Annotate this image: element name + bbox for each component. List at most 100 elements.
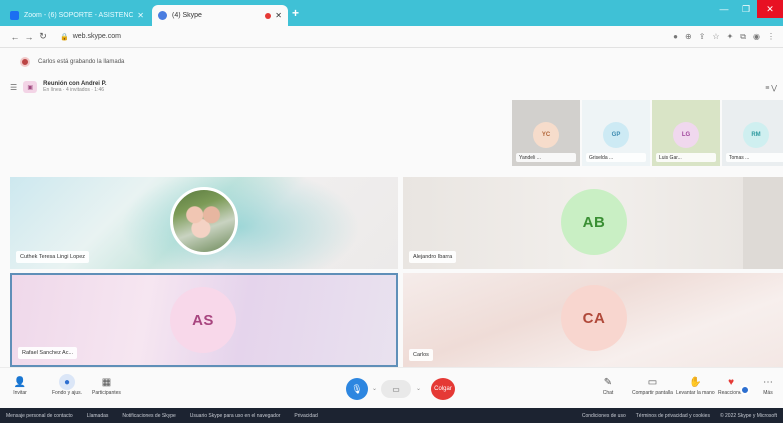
menu-dots-icon[interactable]: ⋮ [767,32,775,42]
add-person-icon: 👤 [13,376,27,388]
reaction-badge-icon [740,385,750,395]
participant-photo [170,187,238,255]
meeting-header: ☰ ▣ Reunión con Andrei P. En línea · 4 i… [10,76,107,98]
participant-name-label: Rafael Sanchez Ac... [18,347,78,359]
footer-link[interactable]: Usuario Skype para uso en el navegador [190,413,281,419]
footer-link[interactable]: Condiciones de uso [582,413,626,419]
raise-hand-label: Levantar la mano [676,390,715,396]
footer-bar: Mensaje personal de contacto Llamadas No… [0,408,783,423]
share-screen-label: Compartir pantalla [632,390,673,396]
heart-icon: ♥ [728,376,735,388]
puzzle-icon[interactable]: ⧉ [740,32,746,42]
profile-icon[interactable]: ◉ [753,32,760,42]
participant-thumbnail-avatar: LG [673,122,699,148]
participants-icon: ▦ [101,376,112,388]
participants-label: Participantes [92,390,121,396]
more-button[interactable]: ⋯ Más [760,374,776,397]
more-dots-icon: ⋯ [763,376,773,388]
footer-link[interactable]: Términos de privacidad y cookies [636,413,710,419]
chat-label: Chat [602,390,614,396]
address-bar: ← → ↻ 🔒 web.skype.com ● ⊕ ⇪ ☆ ✦ ⧉ ◉ ⋮ [0,26,783,48]
invite-button[interactable]: 👤 Invitar [12,374,28,397]
footer-link[interactable]: Llamadas [87,413,109,419]
minimize-button[interactable]: — [713,0,735,18]
extension-icons: ● ⊕ ⇪ ☆ ✦ ⧉ ◉ ⋮ [673,32,775,42]
new-tab-button[interactable]: + [292,6,299,20]
participant-avatar: CA [561,285,627,351]
more-label: Más [763,390,773,396]
recording-dot-icon [265,12,272,19]
participant-avatar: AB [561,189,627,255]
meeting-subtitle: En línea · 4 invitados · 1:46 [43,87,105,93]
camera-button[interactable]: ▭ [381,380,411,398]
back-arrow-icon[interactable]: ← [8,32,22,42]
zoom-favicon-icon [10,11,19,20]
participant-thumbnail[interactable]: LG Luis Gar... [652,100,720,166]
background-button[interactable]: ● Fondo y ajus. [52,374,82,396]
layout-toggle-button[interactable]: ≡ ⋁ [765,84,777,92]
microphone-button[interactable]: 🎙 [346,378,368,400]
end-call-button[interactable]: Colgar [431,378,455,400]
star-icon[interactable]: ☆ [712,32,719,42]
share-screen-icon: ▭ [647,376,658,388]
participant-avatar: AS [170,287,236,353]
hamburger-menu-icon[interactable]: ☰ [10,83,17,92]
footer-link[interactable]: Notificaciones de Skype [122,413,175,419]
share-screen-button[interactable]: ▭ Compartir pantalla [632,374,673,397]
participant-tile[interactable]: CA Carlos [403,273,783,367]
browser-tab-skype[interactable]: (4) Skype ✕ [152,5,288,26]
extension-icon[interactable]: ✦ [727,32,734,42]
participant-thumbnail[interactable]: YC Yandeli ... [512,100,580,166]
avatar [20,57,30,67]
chat-icon: ✎ [603,376,613,388]
tab-label: Zoom - (6) SOPORTE - ASISTENCIA CLIENTE [24,12,134,19]
close-tab-icon[interactable]: ✕ [137,11,144,20]
participant-thumbnail-avatar: YC [533,122,559,148]
mic-options-chevron-icon[interactable]: ⌄ [372,385,377,392]
participant-name-label: Cuthek Teresa Lingi Lopez [16,251,90,263]
participant-thumbnail-label: Yandeli ... [516,153,576,162]
close-tab-icon[interactable]: ✕ [275,11,282,20]
participant-name-label: Alejandro Ibarra [409,251,457,263]
skype-favicon-icon [158,11,167,20]
footer-link[interactable]: Mensaje personal de contacto [6,413,73,419]
share-icon[interactable]: ⇪ [699,32,706,42]
raise-hand-icon: ✋ [689,376,702,388]
participant-thumbnail-avatar: RM [743,122,769,148]
chat-button[interactable]: ✎ Chat [600,374,616,397]
footer-right-links: Condiciones de uso Términos de privacida… [582,413,777,419]
participant-name-label: Carlos [409,349,433,361]
participant-thumbnail-label: Griselda ... [586,153,646,162]
background-effects-icon: ● [59,374,76,390]
tab-label: (4) Skype [172,12,202,19]
browser-tab-zoom[interactable]: Zoom - (6) SOPORTE - ASISTENCIA CLIENTE … [4,5,150,26]
lock-icon: 🔒 [60,33,69,41]
participant-thumbnail[interactable]: GP Griselda ... [582,100,650,166]
camera-permission-icon[interactable]: ● [673,32,678,42]
participant-thumbnail[interactable]: RM Tomas ... [722,100,783,166]
reload-icon[interactable]: ↻ [36,31,50,42]
participant-thumbnail-avatar: GP [603,122,629,148]
participant-tile-active-speaker[interactable]: AS Rafael Sanchez Ac... [10,273,398,367]
background-label: Fondo y ajus. [52,390,83,396]
participant-tile[interactable]: AB Alejandro Ibarra [403,177,783,269]
participant-thumbnail-label: Tomas ... [726,153,783,162]
maximize-button[interactable]: ❐ [735,0,757,18]
invite-label: Invitar [13,390,27,396]
forward-arrow-icon[interactable]: → [22,32,36,42]
url-text: web.skype.com [72,33,121,40]
camera-options-chevron-icon[interactable]: ⌄ [416,385,421,392]
end-call-label: Colgar [434,386,452,392]
footer-link[interactable]: Privacidad [294,413,317,419]
footer-link[interactable]: © 2022 Skype y Microsoft [720,413,777,419]
url-field[interactable]: 🔒 web.skype.com [60,33,673,41]
zoom-icon[interactable]: ⊕ [685,32,692,42]
raise-hand-button[interactable]: ✋ Levantar la mano [676,374,715,397]
close-window-button[interactable]: ✕ [757,0,783,18]
participants-button[interactable]: ▦ Participantes [92,374,121,397]
meeting-title-block: Reunión con Andrei P. En línea · 4 invit… [43,81,106,93]
browser-tabstrip: Zoom - (6) SOPORTE - ASISTENCIA CLIENTE … [0,0,783,26]
meeting-icon: ▣ [23,81,38,93]
participant-tile[interactable]: Cuthek Teresa Lingi Lopez [10,177,398,269]
recording-banner-text: Carlos está grabando la llamada [38,59,125,65]
